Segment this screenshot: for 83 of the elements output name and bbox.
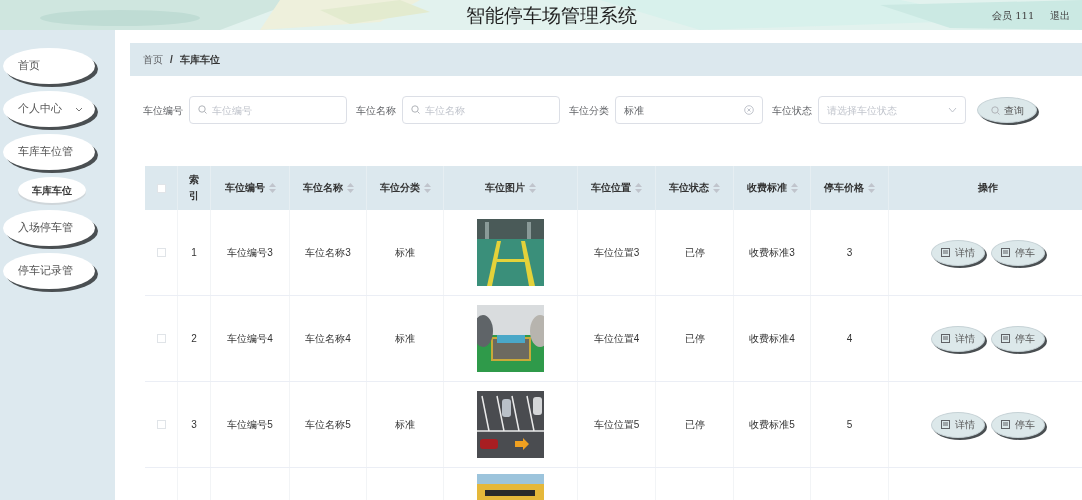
chevron-down-icon[interactable] xyxy=(948,107,957,113)
park-button[interactable]: 停车 xyxy=(991,325,1045,352)
table-cell-text: 车位编号4 xyxy=(227,332,273,346)
table-cell-text: 标准 xyxy=(395,332,415,346)
table-cell-text: 车位编号3 xyxy=(227,246,273,260)
table-cell-text: 车位位置4 xyxy=(593,332,640,346)
sort-icon[interactable] xyxy=(635,183,642,193)
checkbox[interactable] xyxy=(156,334,166,343)
table-cell-text: 车位位置3 xyxy=(593,246,640,260)
table-cell-text: 车位位置5 xyxy=(593,418,640,432)
sort-icon[interactable] xyxy=(423,183,431,193)
table-cell-text: 5 xyxy=(846,418,853,432)
document-icon xyxy=(1001,334,1010,343)
search-icon xyxy=(198,105,207,114)
document-icon xyxy=(941,248,950,257)
table-cell-text: 4 xyxy=(846,332,853,346)
user-name: 会员 111 xyxy=(992,8,1035,23)
column-header: 车位状态 xyxy=(669,181,709,195)
sort-icon[interactable] xyxy=(790,183,798,193)
document-icon xyxy=(941,334,950,343)
filter-label: 车位名称 xyxy=(356,103,396,118)
search-button[interactable]: 查询 xyxy=(977,97,1037,123)
park-button[interactable]: 停车 xyxy=(991,239,1045,266)
chevron-down-icon xyxy=(75,106,83,112)
table-cell-text: 标准 xyxy=(395,246,415,260)
search-field[interactable]: 车位名称 xyxy=(402,96,560,124)
document-icon xyxy=(941,420,950,429)
table-cell-text: 收费标准3 xyxy=(749,246,795,260)
table-cell-text: 车位名称5 xyxy=(305,418,351,432)
table-cell-text: 车位编号5 xyxy=(227,418,273,432)
column-header: 车位编号 xyxy=(224,181,265,195)
sort-icon[interactable] xyxy=(713,183,720,193)
details-button[interactable]: 详情 xyxy=(931,325,985,352)
filter-label: 车位状态 xyxy=(772,103,812,118)
breadcrumb-item: 车库车位 xyxy=(179,53,220,67)
filter-label: 车位分类 xyxy=(569,103,609,118)
sidebar-item[interactable]: 个人中心 xyxy=(3,91,95,127)
table-cell-text: 3 xyxy=(846,246,853,260)
column-header: 车位名称 xyxy=(302,181,343,195)
sort-icon[interactable] xyxy=(346,183,354,193)
sidebar-item[interactable]: 入场停车管 xyxy=(3,210,95,246)
sort-icon[interactable] xyxy=(529,183,536,193)
breadcrumb-item[interactable]: 首页 xyxy=(143,52,163,67)
checkbox[interactable] xyxy=(156,183,166,193)
column-header: 车位位置 xyxy=(591,181,631,195)
sidebar-item[interactable]: 停车记录管 xyxy=(3,253,95,289)
select-field[interactable]: 标准 xyxy=(615,96,763,124)
checkbox[interactable] xyxy=(156,420,166,429)
filter-label: 车位编号 xyxy=(143,103,183,118)
table-cell-text: 已停 xyxy=(684,332,705,346)
table-cell-text: 收费标准5 xyxy=(749,418,795,432)
table-cell-text: 车位名称4 xyxy=(305,332,351,346)
sidebar-item[interactable]: 车库车位管 xyxy=(3,134,95,170)
logout-link[interactable]: 退出 xyxy=(1050,7,1071,23)
table-cell-text: 标准 xyxy=(395,418,415,432)
table-cell-text: 1 xyxy=(191,246,197,260)
sidebar-subitem[interactable]: 车库车位 xyxy=(18,177,86,203)
details-button[interactable]: 详情 xyxy=(931,239,985,266)
breadcrumb-separator: / xyxy=(170,53,173,67)
app-title: 智能停车场管理系统 xyxy=(465,2,637,28)
park-button[interactable]: 停车 xyxy=(991,411,1045,438)
column-header: 停车价格 xyxy=(824,181,864,195)
search-icon xyxy=(411,105,420,114)
search-icon xyxy=(990,105,1000,115)
column-header: 操作 xyxy=(977,181,998,195)
table-cell-text: 收费标准4 xyxy=(749,332,795,346)
document-icon xyxy=(1001,248,1010,257)
table-cell-text: 3 xyxy=(191,418,197,432)
column-header: 车位图片 xyxy=(485,181,525,195)
checkbox[interactable] xyxy=(156,248,166,257)
table-cell-text: 已停 xyxy=(684,246,705,260)
sort-icon[interactable] xyxy=(268,183,276,193)
table-cell-text: 2 xyxy=(191,332,197,346)
sort-icon[interactable] xyxy=(868,183,875,193)
details-button[interactable]: 详情 xyxy=(931,411,985,438)
clear-icon[interactable] xyxy=(744,105,754,115)
table-cell-text: 已停 xyxy=(684,418,705,432)
document-icon xyxy=(1001,420,1010,429)
sidebar-item[interactable]: 首页 xyxy=(3,48,95,84)
column-header: 索引 xyxy=(189,173,199,203)
column-header: 车位分类 xyxy=(379,181,420,195)
column-header: 收费标准 xyxy=(746,181,787,195)
table-cell-text: 车位名称3 xyxy=(305,246,351,260)
